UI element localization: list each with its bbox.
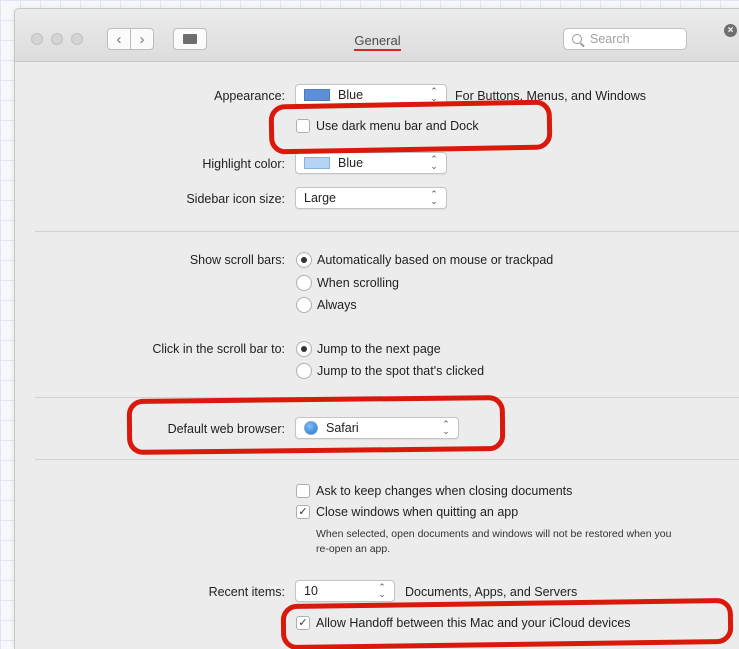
handoff-label: Allow Handoff between this Mac and your …	[316, 616, 631, 630]
search-placeholder: Search	[590, 32, 630, 46]
popup-arrows-icon: ⌃ ⌄	[442, 419, 450, 436]
scroll-auto-radio[interactable]	[296, 252, 312, 268]
checkmark-icon: ✓	[298, 506, 308, 518]
dark-menu-label: Use dark menu bar and Dock	[316, 119, 479, 133]
recent-items-popup[interactable]: 10 ⌃ ⌄	[295, 580, 395, 602]
default-browser-label: Default web browser:	[167, 422, 285, 436]
checkmark-icon: ✓	[298, 617, 308, 629]
popup-arrows-icon: ⌃ ⌄	[430, 154, 438, 171]
jump-spot-radio[interactable]	[296, 363, 312, 379]
scroll-always-radio[interactable]	[296, 297, 312, 313]
scroll-auto-label: Automatically based on mouse or trackpad	[317, 253, 554, 267]
default-browser-value: Safari	[326, 421, 359, 435]
close-windows-note: When selected, open documents and window…	[316, 528, 672, 555]
popup-arrows-icon: ⌃ ⌄	[378, 582, 386, 599]
appearance-swatch	[304, 89, 330, 101]
appearance-popup[interactable]: Blue ⌃ ⌄	[295, 84, 447, 106]
appearance-description: For Buttons, Menus, and Windows	[455, 89, 647, 103]
search-icon	[572, 34, 582, 44]
clear-search-icon[interactable]: ×	[724, 24, 737, 37]
highlight-label: Highlight color:	[202, 157, 285, 171]
appearance-value: Blue	[338, 88, 364, 102]
scroll-always-label: Always	[317, 298, 357, 312]
safari-icon	[304, 421, 318, 435]
title-bar: ‹ › General Search	[15, 9, 739, 62]
divider	[35, 459, 739, 460]
popup-arrows-icon: ⌃ ⌄	[430, 189, 438, 206]
appearance-label: Appearance:	[214, 89, 285, 103]
sidebar-size-value: Large	[304, 191, 336, 205]
ask-keep-changes-label: Ask to keep changes when closing documen…	[316, 484, 573, 498]
default-browser-popup[interactable]: Safari ⌃ ⌄	[295, 417, 459, 439]
jump-spot-label: Jump to the spot that's clicked	[317, 364, 485, 378]
sidebar-size-popup[interactable]: Large ⌃ ⌄	[295, 187, 447, 209]
search-field[interactable]: Search	[563, 28, 687, 50]
highlight-swatch	[304, 157, 330, 169]
jump-next-page-radio[interactable]	[296, 341, 312, 357]
divider	[35, 231, 739, 232]
recent-items-suffix: Documents, Apps, and Servers	[405, 585, 578, 599]
recent-items-label: Recent items:	[208, 585, 285, 599]
ask-keep-changes-checkbox[interactable]	[296, 484, 310, 498]
scroll-when-scrolling-label: When scrolling	[317, 276, 399, 290]
preferences-window: ‹ › General Search Appearance: Blue ⌃ ⌄ F…	[14, 8, 739, 649]
popup-arrows-icon: ⌃ ⌄	[430, 86, 438, 103]
highlight-popup[interactable]: Blue ⌃ ⌄	[295, 152, 447, 174]
recent-items-value: 10	[304, 584, 318, 598]
jump-next-page-label: Jump to the next page	[317, 342, 441, 356]
handoff-checkbox[interactable]: ✓	[296, 616, 310, 630]
highlight-value: Blue	[338, 156, 364, 170]
sidebar-size-label: Sidebar icon size:	[186, 192, 285, 206]
close-windows-checkbox[interactable]: ✓	[296, 505, 310, 519]
scroll-when-scrolling-radio[interactable]	[296, 275, 312, 291]
divider	[35, 397, 739, 398]
scroll-bars-label: Show scroll bars:	[189, 253, 285, 267]
close-windows-label: Close windows when quitting an app	[316, 505, 519, 519]
dark-menu-checkbox[interactable]	[296, 119, 310, 133]
click-scroll-label: Click in the scroll bar to:	[152, 342, 285, 356]
